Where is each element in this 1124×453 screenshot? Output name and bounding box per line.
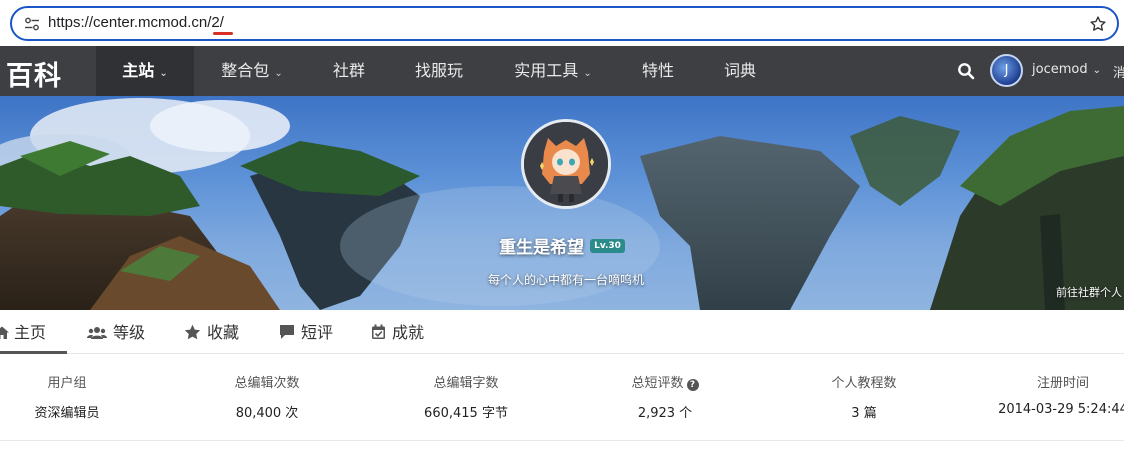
tab-label: 收藏: [207, 323, 240, 342]
stat-label: 用户组: [47, 376, 87, 391]
username-label: jocemod: [1032, 62, 1088, 77]
spellcheck-underline: [213, 32, 233, 35]
profile-name-text: 重生是希望: [499, 238, 585, 258]
user-menu[interactable]: jocemod ⌄: [1032, 62, 1101, 77]
nav-item-main[interactable]: 主站 ⌄: [96, 46, 194, 96]
nav-item-label: 整合包: [221, 61, 270, 80]
stat-label: 注册时间: [1036, 376, 1089, 391]
bookmark-star-icon[interactable]: [1089, 15, 1107, 33]
profile-name: 重生是希望 Lv.30: [0, 233, 1124, 258]
comment-icon: [280, 325, 294, 339]
chevron-down-icon: ⌄: [159, 68, 168, 79]
chevron-down-icon: ⌄: [274, 68, 283, 79]
stat-value: 660,415 字节: [424, 406, 508, 421]
profile-banner: 重生是希望 Lv.30 每个人的心中都有一台嘀呜机 前往社群个人: [0, 96, 1124, 310]
tab-label: 主页: [14, 323, 47, 342]
nav-item-label: 实用工具: [514, 61, 579, 80]
stat-value: 2,923 个: [637, 406, 693, 421]
site-navbar: 百科 主站 ⌄ 整合包 ⌄ 社群 找服玩 实用工具 ⌄ 特性 词典 J jocemod…: [0, 46, 1124, 96]
nav-item-label: 主站: [122, 61, 155, 80]
stat-label-text: 总短评数: [631, 376, 684, 391]
stat-label: 总短评数?: [565, 372, 765, 391]
tab-achievements[interactable]: 成就: [371, 310, 424, 354]
nav-item-label: 词典: [723, 61, 756, 80]
messages-link[interactable]: 消: [1113, 62, 1124, 81]
profile-avatar[interactable]: [521, 119, 611, 209]
nav-item-label: 社群: [332, 61, 365, 80]
nav-item-tools[interactable]: 实用工具 ⌄: [502, 46, 604, 96]
nav-item-label: 找服玩: [414, 61, 463, 80]
stat-label: 总编辑次数: [234, 376, 300, 391]
tab-label: 成就: [392, 323, 425, 342]
stat-label: 个人教程数: [831, 376, 897, 391]
tab-reviews[interactable]: 短评: [279, 310, 333, 354]
home-icon: [0, 326, 9, 339]
url-text[interactable]: https://center.mcmod.cn/2/: [48, 14, 224, 31]
stat-value: 资深编辑员: [34, 406, 100, 421]
tab-favorites[interactable]: 收藏: [184, 310, 239, 354]
star-icon: [184, 324, 201, 340]
stat-label: 总编辑字数: [433, 376, 499, 391]
tab-home[interactable]: 主页: [0, 310, 67, 354]
help-icon[interactable]: ?: [686, 379, 699, 391]
tab-label: 等级: [113, 323, 146, 342]
stat-value: 3 篇: [851, 406, 877, 421]
chevron-down-icon: ⌄: [583, 68, 592, 79]
nav-item-servers[interactable]: 找服玩: [403, 46, 475, 96]
nav-item-dictionary[interactable]: 词典: [710, 46, 770, 96]
stat-value: 2014-03-29 5:24:44: [998, 402, 1124, 417]
tab-level[interactable]: 等级: [87, 310, 145, 354]
calendar-check-icon: [372, 324, 385, 339]
profile-signature: 每个人的心中都有一台嘀呜机: [487, 273, 644, 287]
address-bar[interactable]: https://center.mcmod.cn/2/: [10, 6, 1119, 41]
avatar-character-image: [524, 122, 608, 206]
site-logo[interactable]: 百科: [6, 54, 62, 93]
nav-item-modpack[interactable]: 整合包 ⌄: [206, 46, 298, 96]
user-stats: 用户组 资深编辑员 总编辑次数 80,400 次 总编辑字数 660,415 字…: [0, 355, 1124, 441]
level-badge[interactable]: Lv.30: [590, 239, 625, 253]
user-avatar[interactable]: J: [990, 54, 1023, 87]
chevron-down-icon: ⌄: [1092, 65, 1101, 76]
community-profile-link[interactable]: 前往社群个人: [1056, 284, 1122, 300]
nav-item-features[interactable]: 特性: [628, 46, 688, 96]
nav-item-label: 特性: [641, 61, 674, 80]
browser-toolbar: https://center.mcmod.cn/2/: [0, 0, 1124, 46]
stat-value: 80,400 次: [235, 406, 299, 421]
site-settings-icon[interactable]: [24, 16, 40, 32]
tab-label: 短评: [301, 323, 334, 342]
users-icon: [87, 327, 107, 339]
nav-item-community[interactable]: 社群: [318, 46, 380, 96]
profile-tabs: 主页 等级 收藏 短评 成就: [0, 310, 1124, 354]
search-icon[interactable]: [957, 62, 975, 80]
